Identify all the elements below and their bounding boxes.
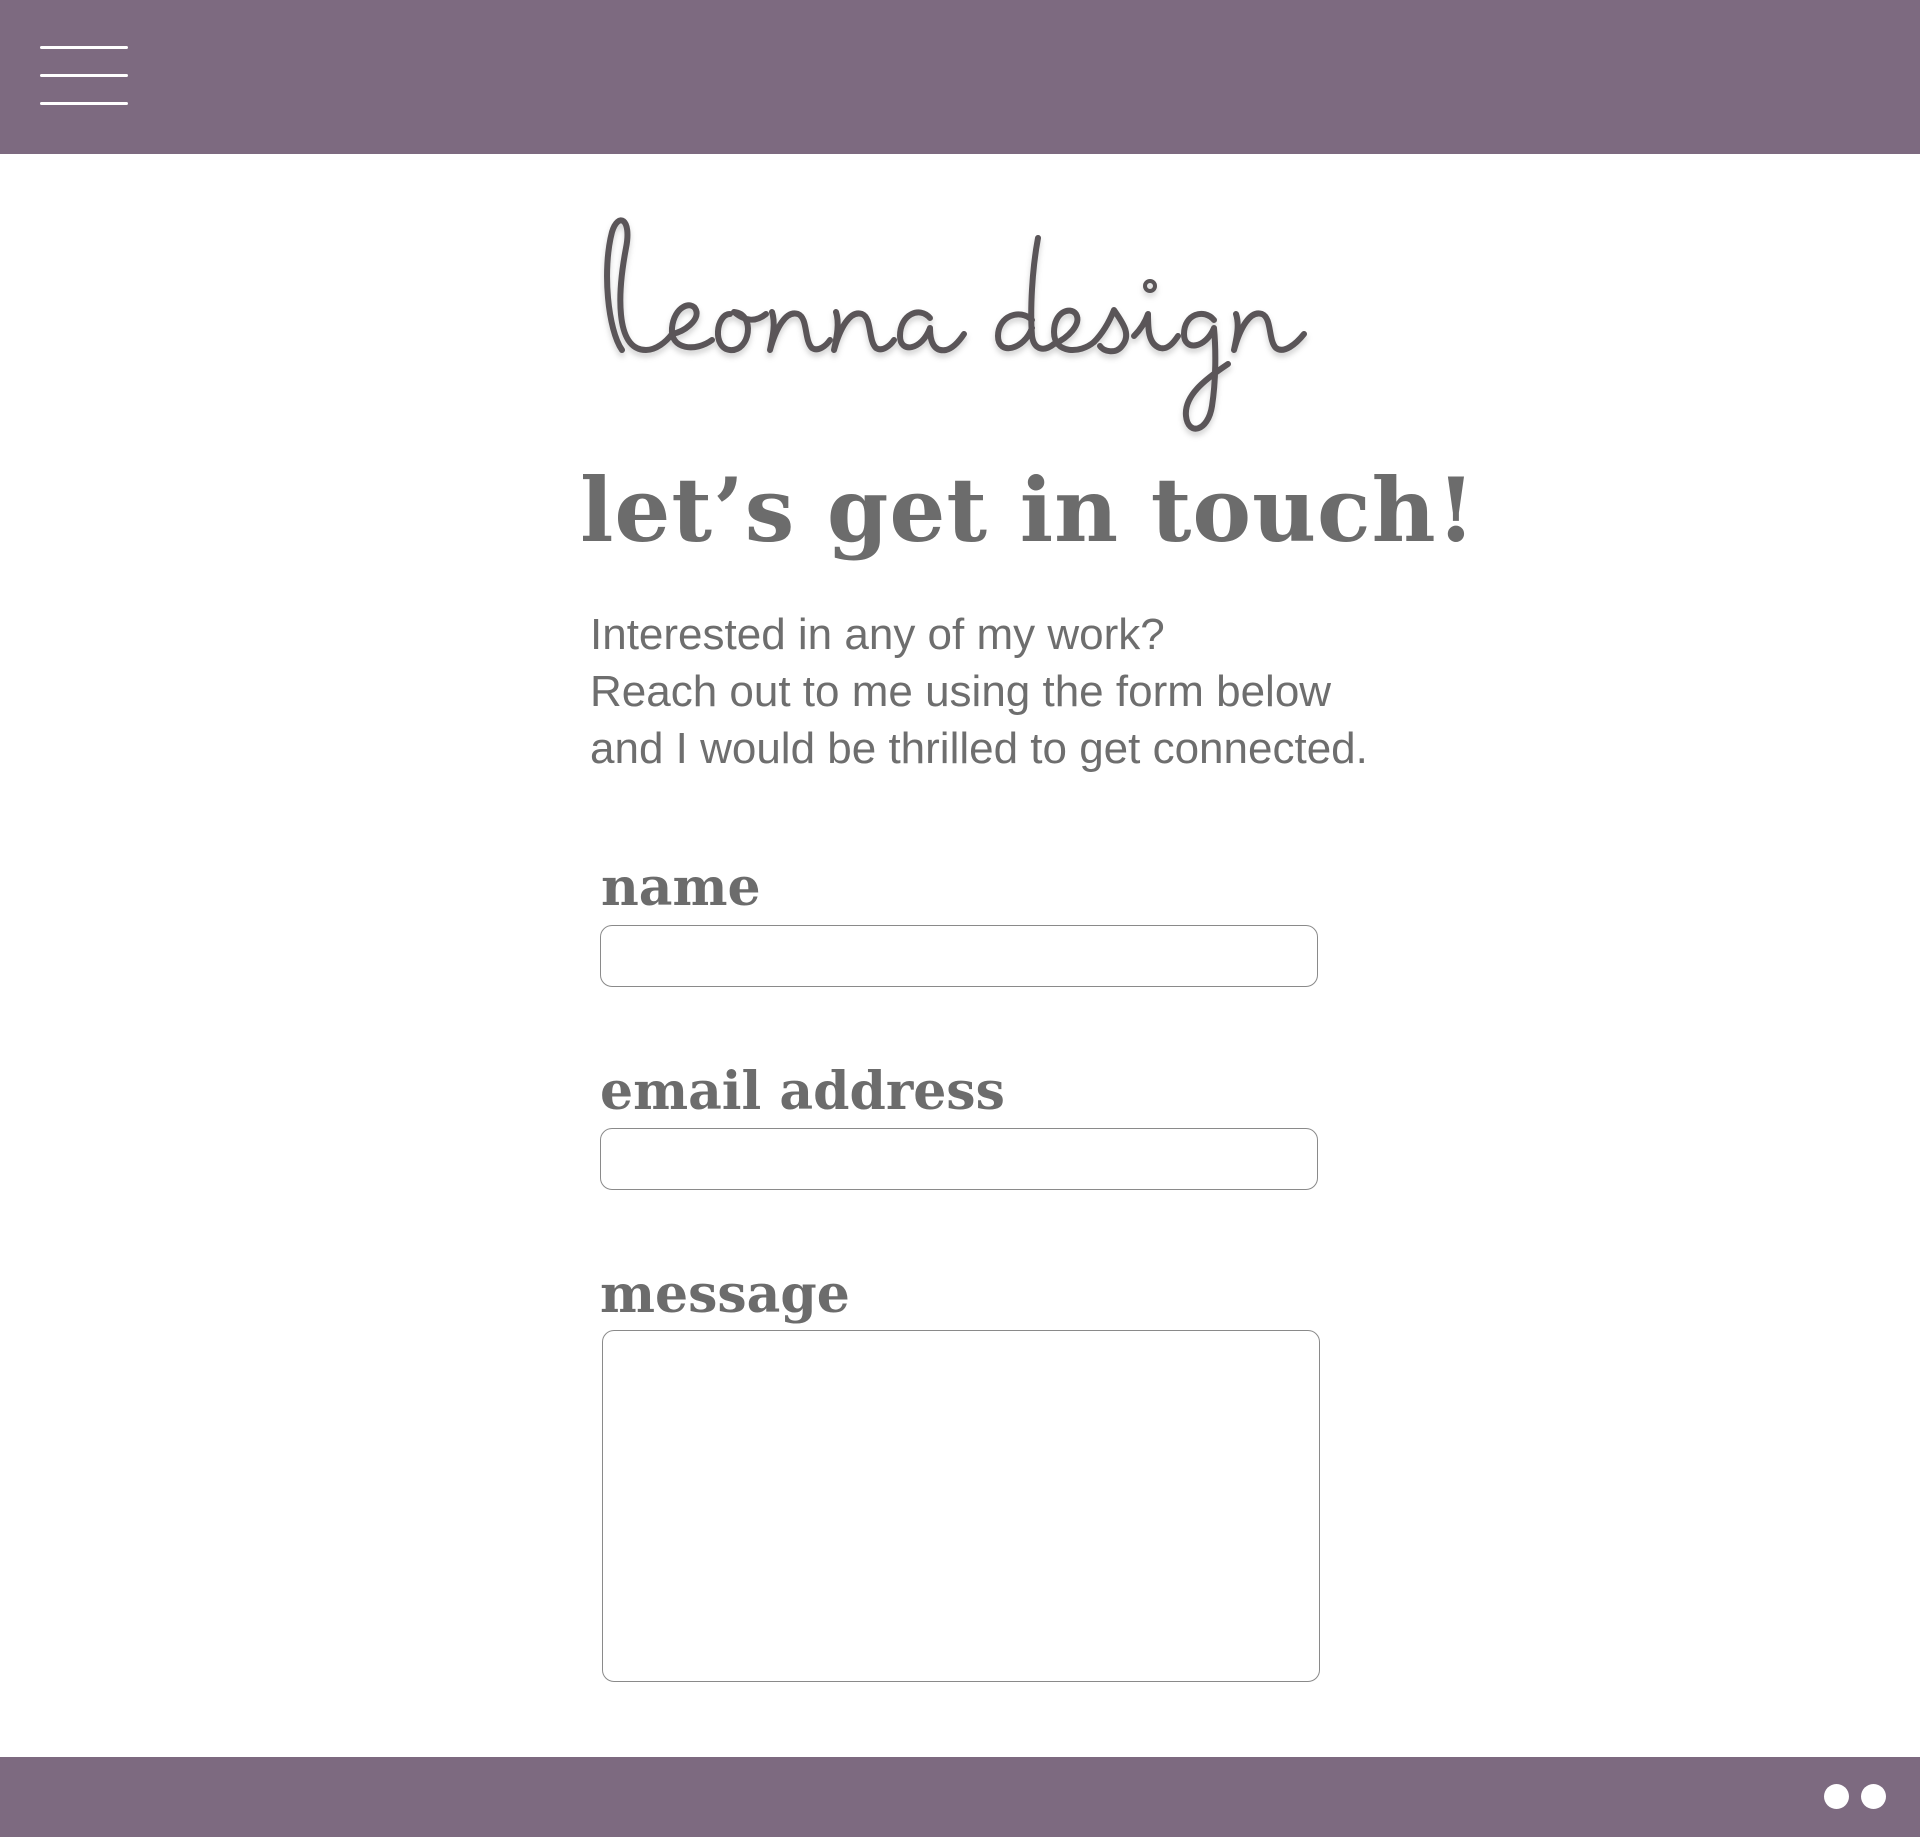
contact-page: let’s get in touch! Interested in any of… — [0, 0, 1920, 1837]
email-label: email address — [600, 1061, 1005, 1122]
message-field[interactable] — [602, 1330, 1320, 1682]
hamburger-menu-icon — [40, 46, 128, 105]
intro-line: Interested in any of my work? — [590, 610, 1165, 659]
top-bar — [0, 0, 1920, 154]
page-title: let’s get in touch! — [580, 458, 1477, 562]
message-label: message — [600, 1264, 850, 1325]
email-field[interactable] — [600, 1128, 1318, 1190]
intro-line: Reach out to me using the form below — [590, 667, 1332, 716]
name-field[interactable] — [600, 925, 1318, 987]
brand-logo[interactable] — [600, 210, 1340, 450]
intro-text: Interested in any of my work? Reach out … — [590, 606, 1368, 777]
pagination-dot[interactable] — [1824, 1784, 1849, 1809]
footer-bar — [0, 1757, 1920, 1837]
pagination-dot[interactable] — [1861, 1784, 1886, 1809]
menu-button[interactable] — [40, 44, 130, 108]
intro-line: and I would be thrilled to get connected… — [590, 724, 1368, 773]
name-label: name — [601, 857, 761, 918]
